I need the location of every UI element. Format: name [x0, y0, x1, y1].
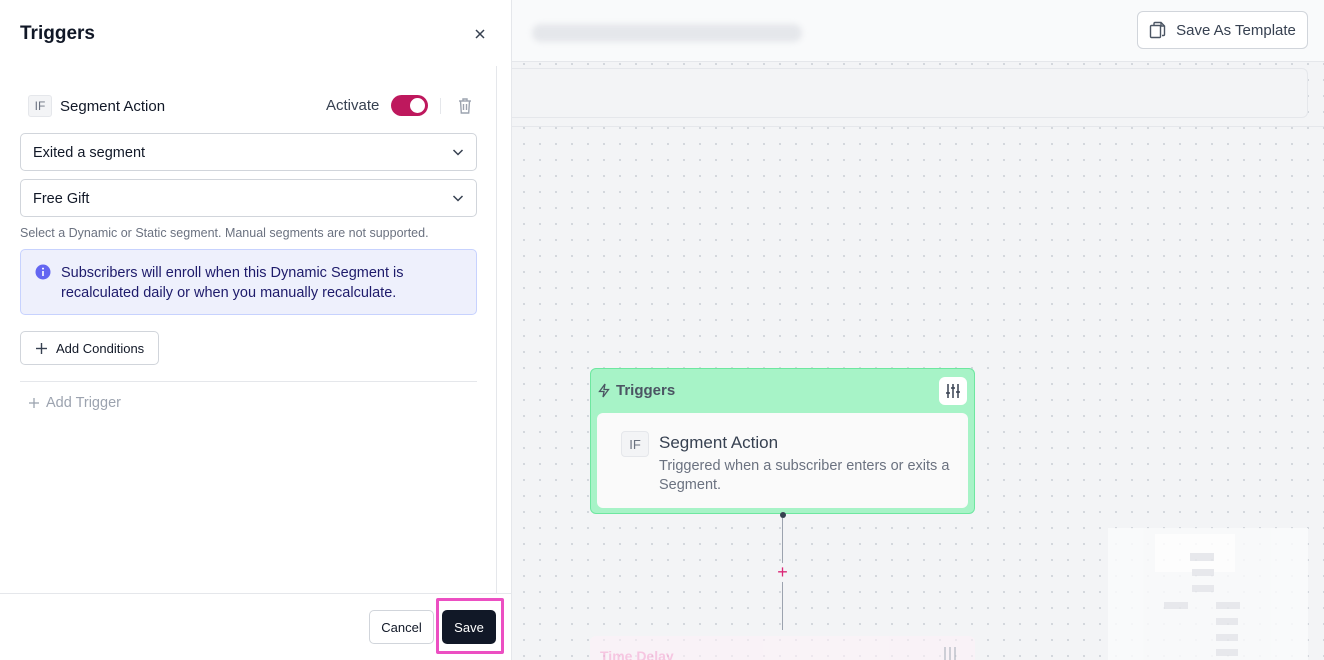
- if-badge: IF: [28, 95, 52, 117]
- sliders-icon: [944, 647, 956, 660]
- close-icon[interactable]: [470, 24, 490, 44]
- info-icon: [35, 264, 51, 280]
- plus-icon: [36, 342, 47, 354]
- cancel-button[interactable]: Cancel: [369, 610, 434, 644]
- trash-icon[interactable]: [456, 96, 474, 116]
- minimap[interactable]: [1108, 528, 1308, 660]
- blurred-title: [532, 24, 802, 42]
- activate-label: Activate: [326, 97, 380, 114]
- triggers-panel: Triggers IF Segment Action Activate Exit…: [0, 0, 512, 660]
- panel-title: Triggers: [20, 23, 95, 44]
- trigger-node[interactable]: Triggers IF Segment Action Triggered whe…: [590, 368, 975, 514]
- chevron-down-icon: [452, 195, 464, 202]
- trigger-title: Segment Action: [60, 98, 166, 115]
- add-conditions-label: Add Conditions: [56, 340, 145, 356]
- add-conditions-button[interactable]: Add Conditions: [20, 331, 159, 365]
- toggle-knob: [410, 98, 425, 113]
- node-header: Triggers: [598, 382, 675, 399]
- trigger-row-header: IF Segment Action Activate: [20, 91, 478, 121]
- action-select[interactable]: Exited a segment: [20, 133, 477, 171]
- canvas-topbar: Save As Template: [512, 0, 1324, 62]
- node-settings-button[interactable]: [939, 377, 967, 405]
- node-title: Segment Action: [659, 433, 779, 452]
- scroll-border: [496, 66, 497, 594]
- workflow-canvas[interactable]: Save As Template Triggers IF Segment Act…: [512, 0, 1324, 660]
- activate-toggle[interactable]: [391, 95, 428, 116]
- connector-dot: [780, 512, 786, 518]
- node-header-label: Triggers: [616, 382, 676, 399]
- save-button[interactable]: Save: [442, 610, 496, 644]
- add-step-button[interactable]: +: [773, 563, 792, 582]
- save-as-template-label: Save As Template: [1176, 21, 1296, 39]
- add-trigger-label: Add Trigger: [46, 395, 121, 411]
- time-delay-node[interactable]: Time Delay: [590, 636, 975, 660]
- info-text: Subscribers will enroll when this Dynami…: [61, 265, 404, 301]
- segment-select-value: Free Gift: [33, 191, 90, 207]
- canvas-toolbar: [512, 68, 1308, 118]
- divider: [512, 126, 1324, 127]
- add-trigger-button[interactable]: Add Trigger: [28, 395, 121, 411]
- chevron-down-icon: [452, 149, 464, 156]
- segment-helper-text: Select a Dynamic or Static segment. Manu…: [20, 226, 429, 240]
- node-card[interactable]: IF Segment Action Triggered when a subsc…: [597, 413, 968, 508]
- time-delay-label: Time Delay: [600, 648, 674, 660]
- info-banner: Subscribers will enroll when this Dynami…: [20, 249, 477, 315]
- node-description: Triggered when a subscriber enters or ex…: [659, 458, 950, 493]
- footer-divider: [0, 593, 512, 594]
- sliders-icon: [946, 384, 960, 398]
- lightning-icon: [598, 383, 610, 398]
- divider: [20, 381, 477, 382]
- copy-icon: [1149, 21, 1166, 39]
- if-badge: IF: [621, 431, 649, 457]
- plus-icon: [29, 398, 39, 408]
- action-select-value: Exited a segment: [33, 145, 146, 161]
- divider: [440, 98, 441, 114]
- segment-select[interactable]: Free Gift: [20, 179, 477, 217]
- save-as-template-button[interactable]: Save As Template: [1137, 11, 1308, 49]
